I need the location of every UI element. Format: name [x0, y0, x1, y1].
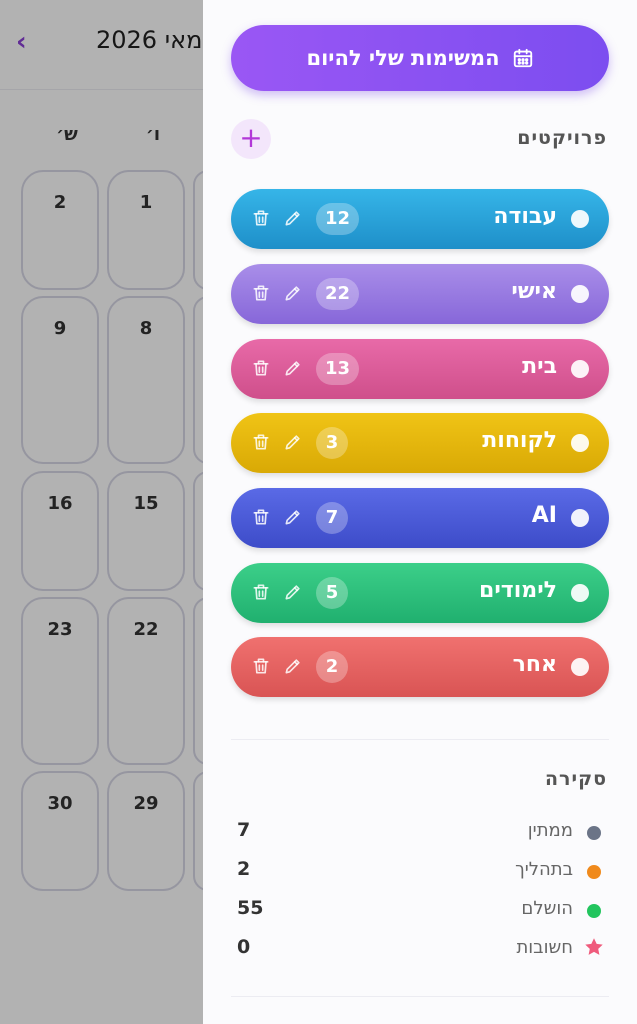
- project-name: AI: [531, 503, 557, 528]
- today-tasks-label: המשימות שלי להיום: [306, 46, 500, 70]
- pencil-icon[interactable]: [283, 358, 303, 378]
- project-count-badge: 3: [316, 427, 348, 459]
- stat-row-in-progress: בתהליך 2: [231, 857, 609, 885]
- trash-icon[interactable]: [251, 208, 271, 228]
- stat-label: הושלם: [521, 898, 573, 919]
- overview-title: סקירה: [545, 768, 607, 790]
- project-dot: [571, 434, 589, 452]
- project-count-badge: 7: [316, 502, 348, 534]
- stat-row-pending: ממתין 7: [231, 818, 609, 846]
- project-item-personal[interactable]: אישי 22: [231, 264, 609, 324]
- project-name: לימודים: [479, 578, 557, 603]
- project-dot: [571, 584, 589, 602]
- project-dot: [571, 360, 589, 378]
- pencil-icon[interactable]: [283, 283, 303, 303]
- project-item-clients[interactable]: לקוחות 3: [231, 413, 609, 473]
- project-dot: [571, 509, 589, 527]
- pencil-icon[interactable]: [283, 507, 303, 527]
- pencil-icon[interactable]: [283, 432, 303, 452]
- stat-label: חשובות: [516, 937, 573, 958]
- trash-icon[interactable]: [251, 656, 271, 676]
- trash-icon[interactable]: [251, 432, 271, 452]
- project-name: עבודה: [493, 204, 557, 229]
- project-name: אישי: [511, 279, 557, 304]
- plus-icon[interactable]: +: [231, 119, 271, 159]
- project-count-badge: 22: [316, 278, 360, 310]
- project-count-badge: 2: [316, 651, 348, 683]
- divider: [231, 996, 609, 997]
- stat-label: ממתין: [527, 820, 573, 841]
- project-count-badge: 12: [316, 203, 360, 235]
- stat-value: 55: [237, 897, 264, 919]
- trash-icon[interactable]: [251, 582, 271, 602]
- star-icon: [585, 938, 603, 955]
- stat-row-important: חשובות 0: [231, 935, 609, 963]
- project-item-studies[interactable]: לימודים 5: [231, 563, 609, 623]
- project-name: אחר: [512, 652, 557, 677]
- project-dot: [571, 210, 589, 228]
- stat-row-done: הושלם 55: [231, 896, 609, 924]
- trash-icon[interactable]: [251, 358, 271, 378]
- trash-icon[interactable]: [251, 507, 271, 527]
- project-dot: [571, 658, 589, 676]
- pencil-icon[interactable]: [283, 208, 303, 228]
- stat-value: 7: [237, 819, 251, 841]
- pencil-icon[interactable]: [283, 582, 303, 602]
- status-dot-icon: [587, 826, 601, 840]
- project-count-badge: 13: [316, 353, 360, 385]
- project-name: לקוחות: [482, 428, 557, 453]
- project-item-home[interactable]: בית 13: [231, 339, 609, 399]
- today-tasks-button[interactable]: המשימות שלי להיום: [231, 25, 609, 91]
- stat-value: 2: [237, 858, 251, 880]
- status-dot-icon: [587, 904, 601, 918]
- project-item-work[interactable]: עבודה 12: [231, 189, 609, 249]
- project-name: בית: [522, 354, 557, 379]
- projects-title: פרויקטים: [517, 127, 607, 149]
- calendar-icon: [513, 48, 532, 68]
- project-item-other[interactable]: אחר 2: [231, 637, 609, 697]
- status-dot-icon: [587, 865, 601, 879]
- divider: [231, 739, 609, 740]
- project-count-badge: 5: [316, 577, 348, 609]
- pencil-icon[interactable]: [283, 656, 303, 676]
- stat-label: בתהליך: [515, 859, 573, 880]
- stat-value: 0: [237, 936, 251, 958]
- trash-icon[interactable]: [251, 283, 271, 303]
- project-dot: [571, 285, 589, 303]
- project-item-ai[interactable]: AI 7: [231, 488, 609, 548]
- side-drawer: המשימות שלי להיום פרויקטים + עבודה 12 אי…: [203, 0, 637, 1024]
